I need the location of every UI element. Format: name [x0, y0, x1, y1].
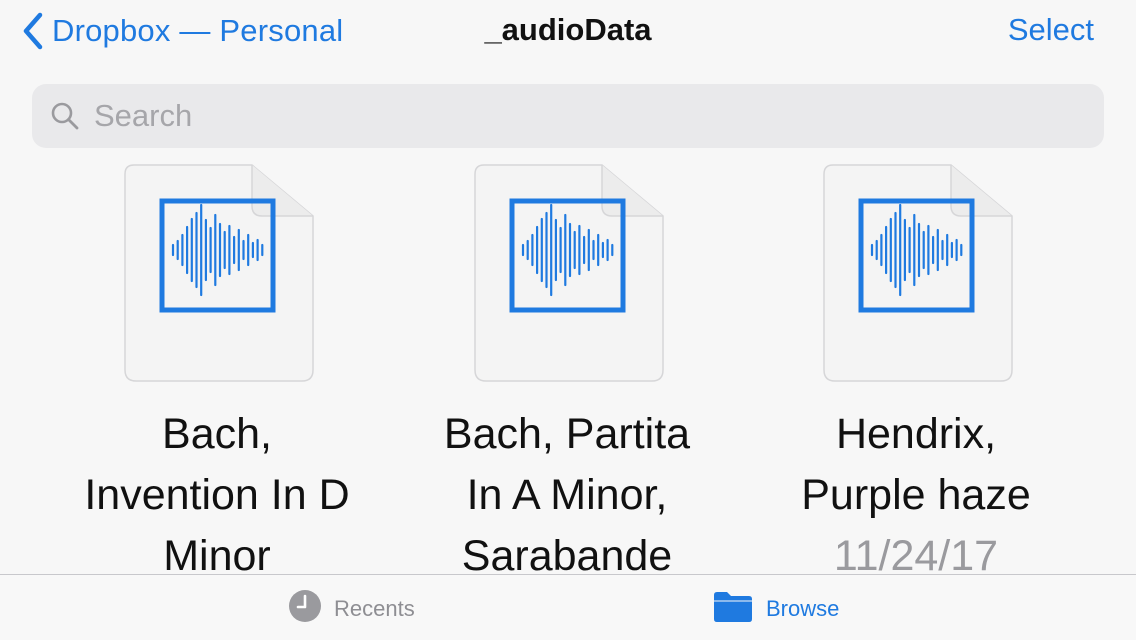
select-button[interactable]: Select [1008, 12, 1094, 48]
tab-browse-label: Browse [766, 595, 840, 621]
search-bar[interactable] [32, 84, 1104, 148]
chevron-left-icon [22, 12, 44, 50]
tab-recents[interactable]: Recents [288, 589, 415, 628]
page-title: _audioData [484, 12, 652, 47]
file-name: Bach, Invention In D Minor [84, 410, 350, 574]
file-grid: Bach, Invention In D Minor Bach, Partita… [0, 150, 1136, 574]
audio-file-icon [823, 164, 1013, 382]
file-name: Hendrix, Purple haze 11/24/17 [751, 404, 1081, 574]
folder-icon [712, 589, 754, 628]
tab-recents-label: Recents [334, 595, 415, 621]
audio-file-icon [124, 164, 314, 382]
navigation-bar: Dropbox — Personal _audioData Select [0, 0, 1136, 64]
search-icon [50, 101, 80, 131]
tab-bar: Recents Browse [0, 574, 1136, 640]
search-input[interactable] [92, 97, 1056, 135]
tab-browse[interactable]: Browse [712, 589, 839, 628]
file-date: 11/24/17 [833, 532, 999, 574]
clock-icon [288, 589, 322, 628]
audio-file-icon [474, 164, 664, 382]
back-button[interactable]: Dropbox — Personal [22, 10, 343, 52]
back-button-label: Dropbox — Personal [52, 13, 344, 48]
file-name: Bach, Partita In A Minor, Sarabande [443, 410, 691, 574]
